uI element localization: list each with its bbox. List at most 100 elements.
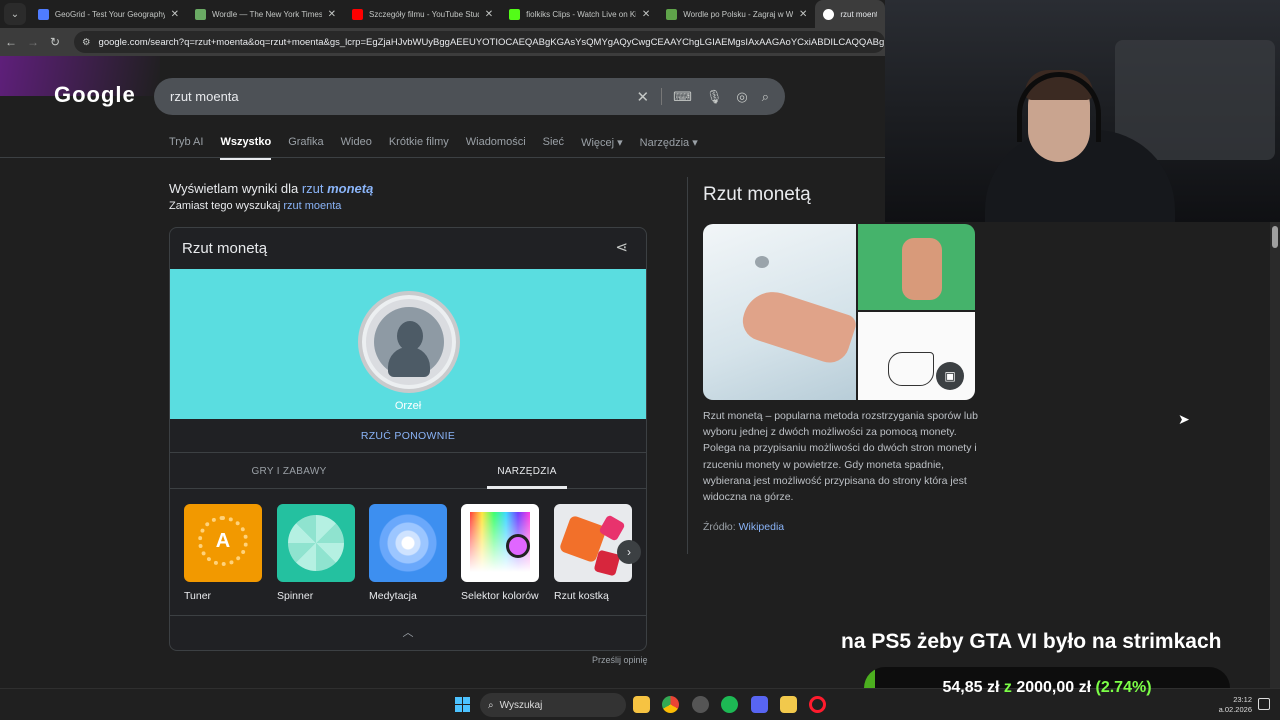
corrected-emphasis: monetą (327, 181, 374, 196)
taskbar-search[interactable]: ⌕ Wyszukaj (480, 693, 626, 717)
chrome-icon[interactable] (662, 696, 679, 713)
showing-prefix: Wyświetlam wyniki dla (169, 181, 299, 196)
search-box-divider (661, 88, 662, 105)
color-selector-dot (506, 534, 530, 558)
close-tab-icon[interactable]: ✕ (799, 9, 807, 20)
close-tab-icon[interactable]: ✕ (642, 9, 650, 20)
tab-favicon (194, 8, 206, 20)
tool-color-picker[interactable]: Selektor kolorów (461, 504, 539, 602)
tab-title: GeoGrid - Test Your Geography (54, 9, 165, 19)
send-feedback-link[interactable]: Prześlij opinię (592, 655, 648, 665)
close-tab-icon[interactable]: ✕ (328, 9, 336, 20)
tab-title: fiolkiks Clips - Watch Live on Kick (526, 9, 636, 19)
search-input[interactable]: rzut moenta (170, 89, 623, 104)
thumbs-up-image[interactable] (858, 224, 975, 310)
url-text: google.com/search?q=rzut+moenta&oq=rzut+… (98, 36, 885, 48)
notifications-icon[interactable] (1258, 698, 1270, 710)
app-icon[interactable] (780, 696, 797, 713)
opera-icon[interactable] (809, 696, 826, 713)
browser-tab-active[interactable]: rzut moenta (815, 0, 885, 28)
clock-time: 23:12 (1233, 695, 1252, 704)
tool-meditation[interactable]: Medytacja (369, 504, 447, 602)
browser-tab-strip: ⌄ GeoGrid - Test Your Geography ✕ Wordle … (0, 0, 885, 28)
tabs-divider (0, 157, 885, 158)
address-bar[interactable]: ⚙ google.com/search?q=rzut+moenta&oq=rzu… (74, 31, 885, 53)
tool-label: Selektor kolorów (461, 590, 539, 602)
reload-icon[interactable]: ↻ (44, 35, 66, 49)
browser-tab[interactable]: GeoGrid - Test Your Geography ✕ (30, 0, 187, 28)
taskbar-search-placeholder: Wyszukaj (499, 699, 543, 711)
browser-tab[interactable]: Wordle — The New York Times ✕ (187, 0, 344, 28)
keyboard-icon[interactable]: ⌨ (673, 89, 692, 105)
instead-prefix: Zamiast tego wyszukaj (169, 200, 281, 212)
tab-title: Wordle — The New York Times (211, 9, 322, 19)
webcam-overlay (885, 0, 1280, 222)
search-icon[interactable]: ⌕ (762, 89, 769, 105)
browser-tab[interactable]: Szczegóły filmu - YouTube Studio ✕ (344, 0, 501, 28)
coin-face (374, 307, 444, 377)
browser-tab[interactable]: fiolkiks Clips - Watch Live on Kick ✕ (501, 0, 658, 28)
tab-favicon (37, 8, 49, 20)
close-tab-icon[interactable]: ✕ (171, 9, 179, 20)
tuner-letter: A (215, 530, 231, 552)
knowledge-panel-source: Źródło: Wikipedia (703, 521, 784, 533)
tab-title: Wordle po Polsku - Zagraj w Wordle (683, 9, 793, 19)
discord-icon[interactable] (751, 696, 768, 713)
original-query-link[interactable]: rzut moenta (283, 200, 341, 212)
stream-ticker: na PS5 żeby GTA VI było na strimkach (841, 630, 1222, 653)
coin-heads-icon[interactable] (358, 291, 460, 393)
page-scrollbar[interactable] (1270, 222, 1280, 688)
lens-icon[interactable]: ◎ (736, 89, 747, 105)
google-logo[interactable]: Google (54, 82, 136, 108)
browser-tab[interactable]: Wordle po Polsku - Zagraj w Wordle ✕ (658, 0, 815, 28)
knowledge-panel-images[interactable]: ▣ (703, 224, 975, 400)
coin-toss-hand-image[interactable] (703, 224, 859, 400)
microphone-icon[interactable]: 🎙 (706, 89, 723, 105)
tool-spinner[interactable]: Spinner (277, 504, 355, 602)
goal-separator: z (1003, 679, 1012, 696)
collapse-chevron-up-icon[interactable]: ︿ (170, 615, 646, 651)
flipped-coin (755, 256, 769, 268)
file-explorer-icon[interactable] (633, 696, 650, 713)
knowledge-panel-separator (687, 177, 688, 554)
forward-icon[interactable]: → (22, 35, 44, 49)
coin-flip-sketch-image[interactable]: ▣ (858, 312, 975, 400)
scrollbar-thumb[interactable] (1272, 226, 1278, 248)
knowledge-panel-description: Rzut monetą – popularna metoda rozstrzyg… (703, 410, 978, 504)
app-icon[interactable] (692, 696, 709, 713)
clear-icon[interactable]: ✕ (637, 88, 650, 106)
close-tab-icon[interactable]: ✕ (485, 9, 493, 20)
windows-start-icon[interactable] (455, 697, 470, 712)
site-info-icon[interactable]: ⚙ (82, 37, 91, 48)
tab-favicon (352, 8, 364, 20)
tab-search-menu-button[interactable]: ⌄ (4, 3, 26, 25)
knowledge-panel-title: Rzut monetą (703, 184, 811, 205)
tab-games[interactable]: GRY I ZABAWY (170, 454, 408, 488)
goal-text: 54,85 zł z 2000,00 zł (2.74%) (942, 679, 1151, 697)
corrected-word: rzut (301, 181, 324, 196)
tab-title: rzut moenta (840, 9, 877, 19)
browser-toolbar: ← → ↻ ⚙ google.com/search?q=rzut+moenta&… (0, 28, 885, 56)
tuner-icon: A (184, 504, 262, 582)
share-icon[interactable]: ⋖ (615, 238, 628, 256)
tab-tools-label: NARZĘDZIA (487, 466, 567, 489)
hand-shape (737, 284, 859, 368)
image-gallery-icon[interactable]: ▣ (936, 362, 964, 390)
spotify-icon[interactable] (721, 696, 738, 713)
tab-tools-active[interactable]: NARZĘDZIA (408, 454, 646, 489)
goal-current: 54,85 zł (942, 679, 1000, 696)
back-icon[interactable]: ← (0, 35, 22, 49)
taskbar-clock[interactable]: 23:12 a.02.2026 (1212, 695, 1252, 715)
tab-title: Szczegóły filmu - YouTube Studio (369, 9, 479, 19)
wikipedia-link[interactable]: Wikipedia (739, 521, 785, 533)
spelling-correction: Wyświetlam wyniki dla rzut monetą (169, 181, 373, 196)
chevron-right-icon[interactable]: › (617, 540, 641, 564)
tab-favicon (509, 8, 521, 20)
search-box[interactable]: rzut moenta ✕ ⌨ 🎙 ◎ ⌕ (154, 78, 785, 115)
goal-total: 2000,00 zł (1016, 679, 1092, 696)
tool-tuner[interactable]: A Tuner (184, 504, 262, 602)
flip-again-button[interactable]: RZUĆ PONOWNIE (170, 419, 646, 453)
corrected-query-link[interactable]: rzut monetą (302, 181, 374, 196)
coin-area: Orzeł (170, 269, 646, 419)
tool-label: Medytacja (369, 590, 417, 602)
